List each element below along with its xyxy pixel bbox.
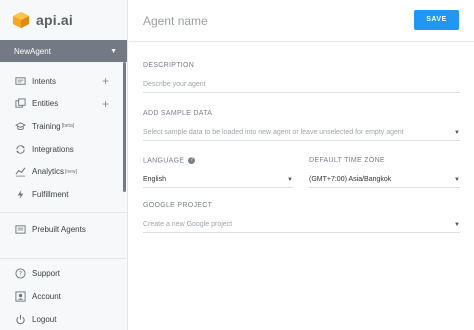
header-bar: Agent name SAVE <box>129 0 474 42</box>
sidebar-item-logout[interactable]: Logout <box>0 308 126 330</box>
bottom-nav: ? Support Account Logout <box>0 258 126 330</box>
google-project-label: GOOGLE PROJECT <box>143 202 213 209</box>
sidebar-item-label: Fulfillment <box>32 189 69 199</box>
bottom-divider <box>0 258 126 259</box>
sidebar-scrollbar[interactable] <box>123 62 126 192</box>
language-label-text: LANGUAGE <box>143 157 185 165</box>
sidebar-item-support[interactable]: ? Support <box>0 262 126 285</box>
main-panel: Agent name SAVE DESCRIPTION Describe you… <box>129 0 474 330</box>
sidebar-item-fulfillment[interactable]: Fulfillment <box>0 183 127 206</box>
chevron-down-icon: ▼ <box>110 47 117 55</box>
account-icon <box>14 291 26 303</box>
sidebar-item-integrations[interactable]: Integrations <box>0 138 127 161</box>
svg-text:?: ? <box>18 270 21 278</box>
sidebar-item-training[interactable]: Training [beta] <box>0 115 127 138</box>
sidebar-item-label: Logout <box>32 315 57 324</box>
sidebar-item-intents[interactable]: Intents + <box>0 70 127 93</box>
beta-badge: [beta] <box>61 123 75 130</box>
chevron-down-icon: ▼ <box>454 176 460 183</box>
chevron-down-icon: ▼ <box>287 176 293 183</box>
sidebar-item-prebuilt-agents[interactable]: Prebuilt Agents <box>0 219 127 242</box>
graduation-cap-icon <box>14 120 26 132</box>
language-label: LANGUAGE? <box>143 157 293 164</box>
sidebar-item-cutoff <box>0 241 127 251</box>
entities-icon <box>14 98 26 110</box>
chat-bubble-icon <box>14 75 26 87</box>
sidebar-item-analytics[interactable]: Analytics [new] <box>0 160 127 183</box>
sidebar: api.ai NewAgent ▼ Intents + Entities + T… <box>0 0 128 330</box>
description-field[interactable]: Describe your agent <box>143 77 460 93</box>
timezone-label: DEFAULT TIME ZONE <box>309 157 385 164</box>
sidebar-item-label: Account <box>32 292 61 301</box>
sidebar-item-label: Analytics <box>32 167 65 177</box>
language-value: English <box>143 176 166 184</box>
sidebar-item-label: Entities <box>32 99 59 109</box>
sample-data-label: ADD SAMPLE DATA <box>143 110 213 117</box>
timezone-select[interactable]: (GMT+7:00) Asia/Bangkok ▼ <box>309 172 460 188</box>
add-entity-icon[interactable]: + <box>102 97 109 111</box>
add-intent-icon[interactable]: + <box>102 74 109 88</box>
chevron-down-icon: ▼ <box>454 129 460 136</box>
sync-icon <box>14 143 26 155</box>
help-circle-icon: ? <box>14 268 26 280</box>
brand-name: api.ai <box>36 12 73 28</box>
nav-menu: Intents + Entities + Training [beta] Int… <box>0 70 127 251</box>
nav-divider <box>0 211 127 213</box>
google-project-select[interactable]: Create a new Google project ▼ <box>143 217 460 233</box>
chevron-down-icon: ▼ <box>454 221 460 228</box>
logo[interactable]: api.ai <box>0 0 127 40</box>
sidebar-item-label: Training <box>32 121 61 131</box>
new-badge: [new] <box>65 168 77 175</box>
sidebar-item-label: Intents <box>32 76 57 86</box>
power-icon <box>14 314 26 326</box>
sidebar-item-account[interactable]: Account <box>0 285 126 308</box>
sidebar-item-label: Prebuilt Agents <box>32 225 86 235</box>
sample-data-select[interactable]: Select sample data to be loaded into new… <box>143 125 460 141</box>
help-icon[interactable]: ? <box>188 157 196 164</box>
sidebar-item-entities[interactable]: Entities + <box>0 93 127 116</box>
sample-data-placeholder: Select sample data to be loaded into new… <box>143 129 404 136</box>
google-project-placeholder: Create a new Google project <box>143 221 233 228</box>
language-select[interactable]: English ▼ <box>143 172 293 189</box>
agent-selector[interactable]: NewAgent ▼ <box>0 40 127 62</box>
agent-selector-value: NewAgent <box>14 46 51 56</box>
timezone-value: (GMT+7:00) Asia/Bangkok <box>309 176 392 183</box>
agent-name-input[interactable]: Agent name <box>143 14 208 28</box>
bolt-icon <box>14 188 26 200</box>
save-button[interactable]: SAVE <box>414 9 459 30</box>
briefcase-icon <box>14 224 26 236</box>
description-label: DESCRIPTION <box>143 62 195 69</box>
sidebar-item-label: Support <box>32 269 61 278</box>
sidebar-item-label: Integrations <box>32 144 74 154</box>
chart-icon <box>14 166 26 178</box>
cube-logo-icon <box>12 11 30 29</box>
description-placeholder: Describe your agent <box>143 81 206 88</box>
